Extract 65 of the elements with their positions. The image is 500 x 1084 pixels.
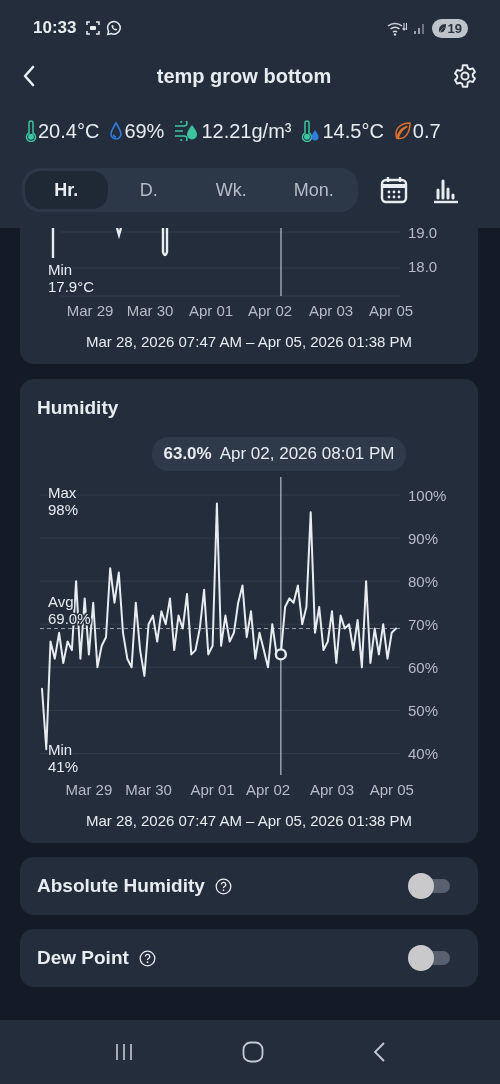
period-tab[interactable]: D.	[107, 171, 190, 209]
stat-value: 98%	[48, 500, 79, 518]
reading-value: 14.5°C	[322, 119, 384, 143]
stat-value: 17.9°C	[48, 278, 95, 295]
toggle-switch[interactable]	[408, 873, 450, 899]
y-axis-label: 18.0	[408, 258, 438, 275]
reading-value: 0.7	[412, 119, 441, 143]
period-tab[interactable]: Hr.	[25, 171, 108, 209]
stat-label: Min	[48, 741, 73, 759]
x-axis-label: Apr 01	[190, 781, 235, 798]
setting-label: Dew Point	[37, 947, 129, 969]
x-axis-label: Apr 03	[308, 302, 354, 319]
x-axis-label: Mar 29	[65, 781, 113, 798]
page-title: temp grow bottom	[156, 64, 332, 88]
wifi-icon	[385, 20, 408, 36]
tooltip-value: 63.0%	[163, 444, 212, 464]
reading-value: 20.4°C	[38, 119, 100, 143]
x-axis-label: Apr 05	[369, 781, 414, 798]
period-tab[interactable]: Mon.	[272, 171, 355, 209]
x-axis-label: Apr 02	[247, 302, 293, 319]
tooltip-time: Apr 02, 2026 08:01 PM	[219, 444, 395, 464]
thermometer-icon	[25, 120, 37, 142]
card-title: Humidity	[36, 397, 120, 419]
leaf-icon	[393, 121, 412, 141]
x-axis-label: Apr 03	[309, 781, 355, 798]
x-axis-label: Mar 30	[126, 302, 174, 319]
x-axis-label: Apr 02	[245, 781, 291, 798]
recent-apps-icon[interactable]	[114, 1043, 134, 1061]
stat-label: Min	[48, 261, 73, 278]
leaf-icon	[437, 22, 447, 34]
help-icon[interactable]	[138, 949, 156, 967]
x-axis-label: Mar 29	[66, 302, 114, 319]
date-range: Mar 28, 2026 07:47 AM – Apr 05, 2026 01:38 PM	[84, 333, 414, 350]
cursor-point	[274, 648, 288, 661]
y-axis-label: 50%	[408, 702, 439, 720]
y-axis-label: 90%	[408, 530, 439, 548]
stat-label: Avg	[48, 593, 74, 610]
back-icon[interactable]	[372, 1041, 386, 1063]
y-axis-label: 40%	[408, 745, 439, 763]
reading-value: 12.21g/m³	[201, 119, 292, 143]
status-time: 10:33	[33, 18, 77, 38]
calendar-button[interactable]	[378, 174, 410, 206]
signal-icon	[412, 21, 427, 35]
x-axis-label: Mar 30	[125, 781, 172, 798]
y-axis-label: 70%	[408, 616, 439, 634]
battery-level: 19	[447, 20, 462, 36]
x-axis-label: Apr 01	[188, 302, 234, 319]
date-range: Mar 28, 2026 07:47 AM – Apr 05, 2026 01:38 PM	[84, 812, 414, 829]
period-tab[interactable]: Wk.	[190, 171, 273, 209]
y-axis-label: 80%	[408, 573, 439, 591]
y-axis-label: 60%	[408, 659, 439, 677]
y-axis-label: 19.0	[408, 228, 438, 241]
chat-bubble-icon	[106, 20, 123, 36]
help-icon[interactable]	[214, 877, 232, 895]
toggle-switch[interactable]	[408, 945, 450, 971]
x-axis-label: Apr 05	[368, 302, 414, 319]
home-icon[interactable]	[242, 1041, 264, 1063]
cursor-line	[280, 228, 282, 297]
water-drop-icon	[109, 121, 124, 141]
reading-value: 69%	[124, 119, 165, 143]
y-axis-label: 100%	[408, 487, 447, 504]
setting-label: Absolute Humidity	[37, 875, 205, 897]
stat-value: 41%	[48, 758, 79, 776]
screen-record-icon	[85, 20, 102, 36]
stat-label: Max	[48, 483, 77, 501]
